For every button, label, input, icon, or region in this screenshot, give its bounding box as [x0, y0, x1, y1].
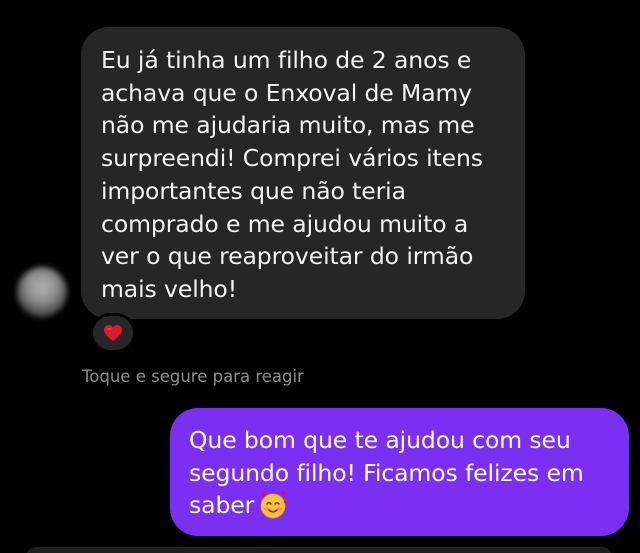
sender-avatar[interactable]: [17, 267, 67, 317]
message-line-text: saber: [189, 491, 255, 520]
chat-thread: Eu já tinha um filho de 2 anos e achava …: [0, 0, 640, 553]
message-line: comprado e me ajudou muito a: [101, 209, 469, 238]
next-message-edge: [26, 547, 612, 553]
incoming-message-bubble[interactable]: Eu já tinha um filho de 2 anos e achava …: [81, 27, 525, 319]
message-line: segundo filho! Ficamos felizes em: [189, 458, 584, 487]
outgoing-message-bubble[interactable]: Que bom que te ajudou com seu segundo fi…: [170, 408, 629, 536]
smiling-face-with-hearts-icon: [260, 491, 288, 519]
message-reaction[interactable]: [90, 313, 136, 353]
message-line: achava que o Enxoval de Mamy: [101, 78, 473, 107]
message-line: não me ajudaria muito, mas me: [101, 111, 475, 140]
message-line: importantes que não teria: [101, 176, 406, 205]
message-line-with-emoji: saber: [189, 489, 611, 522]
message-line: ver o que reaproveitar do irmão: [101, 242, 474, 271]
message-line: mais velho!: [101, 274, 238, 303]
message-line: surpreendi! Comprei vários itens: [101, 144, 483, 173]
reaction-hint: Toque e segure para reagir: [82, 367, 304, 386]
message-line: Eu já tinha um filho de 2 anos e: [101, 46, 472, 74]
red-heart-icon: [104, 324, 122, 342]
message-line: Que bom que te ajudou com seu: [189, 426, 571, 454]
